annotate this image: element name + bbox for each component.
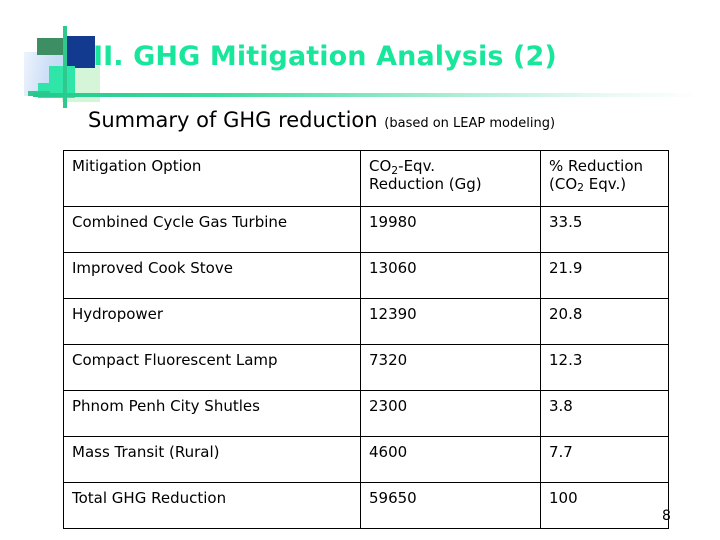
header-reduction-units: Reduction (Gg) xyxy=(369,174,482,193)
subtitle-main-text: Summary of GHG reduction xyxy=(88,108,378,132)
table-row: Mass Transit (Rural) 4600 7.7 xyxy=(63,436,669,483)
cell-co2-reduction: 7320 xyxy=(360,344,541,391)
cell-mitigation-option: Total GHG Reduction xyxy=(63,482,361,529)
table-header-row: Mitigation Option CO2-Eqv. Reduction (Gg… xyxy=(63,150,669,207)
title-divider-rule xyxy=(33,93,701,97)
cell-mitigation-option: Compact Fluorescent Lamp xyxy=(63,344,361,391)
table-row: Compact Fluorescent Lamp 7320 12.3 xyxy=(63,344,669,391)
cell-percent-reduction: 33.5 xyxy=(540,206,669,253)
header-reduction-co: CO xyxy=(369,157,392,175)
header-percent-subscript: 2 xyxy=(577,181,585,195)
cell-co2-reduction: 59650 xyxy=(360,482,541,529)
table-row: Combined Cycle Gas Turbine 19980 33.5 xyxy=(63,206,669,253)
table-body: Combined Cycle Gas Turbine 19980 33.5 Impro… xyxy=(63,206,669,529)
header-co2-reduction: CO2-Eqv. Reduction (Gg) xyxy=(360,150,541,207)
cell-percent-reduction: 21.9 xyxy=(540,252,669,299)
cell-mitigation-option: Improved Cook Stove xyxy=(63,252,361,299)
cell-co2-reduction: 4600 xyxy=(360,436,541,483)
header-reduction-subscript: 2 xyxy=(391,163,399,177)
cell-co2-reduction: 13060 xyxy=(360,252,541,299)
header-percent-label: % Reduction xyxy=(549,157,644,175)
header-reduction-eqv: -Eqv. xyxy=(398,157,436,175)
cell-mitigation-option: Hydropower xyxy=(63,298,361,345)
page-number: 8 xyxy=(662,508,671,524)
header-mitigation-option: Mitigation Option xyxy=(63,150,361,207)
ghg-reduction-table: Mitigation Option CO2-Eqv. Reduction (Gg… xyxy=(63,150,669,529)
cell-co2-reduction: 2300 xyxy=(360,390,541,437)
header-percent-co: (CO xyxy=(549,174,578,193)
cell-mitigation-option: Phnom Penh City Shutles xyxy=(63,390,361,437)
table-row: Phnom Penh City Shutles 2300 3.8 xyxy=(63,390,669,437)
cell-percent-reduction: 3.8 xyxy=(540,390,669,437)
slide-title: II. GHG Mitigation Analysis (2) xyxy=(93,41,557,72)
table-row: Improved Cook Stove 13060 21.9 xyxy=(63,252,669,299)
subtitle-note-text: (based on LEAP modeling) xyxy=(384,116,556,131)
table-row: Hydropower 12390 20.8 xyxy=(63,298,669,345)
logo-navy-square xyxy=(63,36,95,68)
cell-percent-reduction: 20.8 xyxy=(540,298,669,345)
cell-percent-reduction: 100 xyxy=(540,482,669,529)
cell-mitigation-option: Combined Cycle Gas Turbine xyxy=(63,206,361,253)
table-row: Total GHG Reduction 59650 100 xyxy=(63,482,669,529)
slide-subtitle: Summary of GHG reduction (based on LEAP … xyxy=(88,108,555,132)
cell-co2-reduction: 19980 xyxy=(360,206,541,253)
cell-percent-reduction: 12.3 xyxy=(540,344,669,391)
cell-co2-reduction: 12390 xyxy=(360,298,541,345)
header-percent-reduction: % Reduction (CO2 Eqv.) xyxy=(540,150,669,207)
header-option-label: Mitigation Option xyxy=(72,157,202,175)
cell-mitigation-option: Mass Transit (Rural) xyxy=(63,436,361,483)
header-percent-eqv: Eqv.) xyxy=(584,174,627,193)
cell-percent-reduction: 7.7 xyxy=(540,436,669,483)
